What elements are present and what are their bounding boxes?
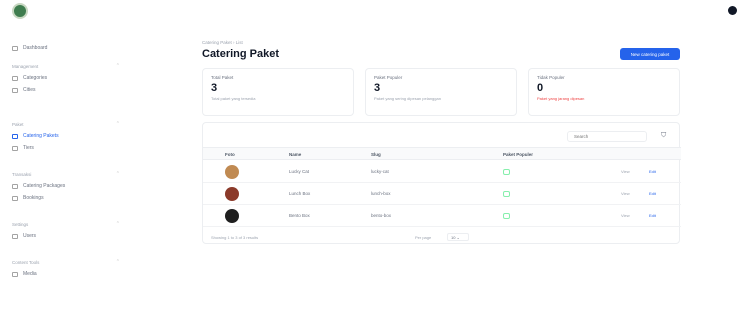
sidebar-item-label: Categories <box>23 75 48 81</box>
sidebar-item-6[interactable]: Bookings <box>12 192 120 204</box>
stat-label: Tidak Populer <box>537 75 565 80</box>
stat-card: Tidak Populer 0 Paket yang jarang dipesan <box>528 68 680 116</box>
paket-slug: lucky-cat <box>371 169 389 174</box>
column-header-popular[interactable]: Paket Populer <box>503 152 533 157</box>
stat-card: Paket Populer 3 Paket yang sering dipesan … <box>365 68 517 116</box>
sidebar-group-4[interactable]: Content Tools ⌃ <box>12 256 120 268</box>
popular-check-icon <box>503 191 510 197</box>
stat-description: Paket yang jarang dipesan <box>537 96 585 101</box>
sidebar: Management ⌃ Paket ⌃ Transaksi ⌃ Settings ⌃ Cont… <box>0 22 130 333</box>
edit-link[interactable]: Edit <box>649 191 656 196</box>
chevron-up-icon: ⌃ <box>115 121 120 127</box>
pagination-info: Showing 1 to 3 of 3 results <box>211 235 259 240</box>
sidebar-item-label: Bookings <box>23 195 44 201</box>
sidebar-item-1[interactable]: Categories <box>12 72 120 84</box>
sidebar-group-label: Content Tools <box>12 259 40 265</box>
popular-check-icon <box>503 169 510 175</box>
sidebar-group-3[interactable]: Settings ⌃ <box>12 218 120 230</box>
table-header: Foto Name Slug Paket Populer <box>203 147 681 160</box>
chevron-up-icon: ⌃ <box>115 221 120 227</box>
edit-link[interactable]: Edit <box>649 213 656 218</box>
view-link[interactable]: View <box>621 191 630 196</box>
sidebar-item-label: Cities <box>23 87 36 93</box>
image-icon <box>12 271 18 277</box>
paket-photo <box>225 187 239 201</box>
sidebar-item-label: Users <box>23 233 37 239</box>
calendar-icon <box>12 195 18 201</box>
paket-name: Lucky Cat <box>289 169 310 174</box>
new-catering-paket-button[interactable]: New catering paket <box>620 48 680 60</box>
box-icon <box>12 133 18 139</box>
sidebar-item-4[interactable]: Tiers <box>12 142 120 154</box>
stat-label: Paket Populer <box>374 75 403 80</box>
stat-description: Total paket yang tersedia <box>211 96 256 101</box>
sidebar-item-0[interactable]: Dashboard <box>12 42 120 54</box>
column-header-slug[interactable]: Slug <box>371 152 381 157</box>
edit-link[interactable]: Edit <box>649 169 656 174</box>
sidebar-group-label: Management <box>12 63 39 69</box>
sidebar-item-2[interactable]: Cities <box>12 84 120 96</box>
paket-photo <box>225 165 239 179</box>
search-input[interactable] <box>567 131 647 142</box>
chevron-up-icon: ⌃ <box>115 171 120 177</box>
per-page-label: Per page <box>415 235 432 240</box>
sidebar-group-label: Settings <box>12 221 29 227</box>
user-avatar[interactable] <box>728 6 737 15</box>
sidebar-item-label: Catering Pakets <box>23 133 59 139</box>
table-row[interactable]: Bento Box bento-box View Edit <box>203 205 681 227</box>
view-link[interactable]: View <box>621 213 630 218</box>
sidebar-group-1[interactable]: Paket ⌃ <box>12 118 120 130</box>
sidebar-group-label: Transaksi <box>12 171 32 177</box>
sidebar-item-label: Media <box>23 271 37 277</box>
table-panel: ⛉ Foto Name Slug Paket Populer Lucky Cat… <box>202 122 681 244</box>
paket-photo <box>225 209 239 223</box>
chevron-up-icon: ⌃ <box>115 63 120 69</box>
view-link[interactable]: View <box>621 169 630 174</box>
map-icon <box>12 87 18 93</box>
sidebar-item-3[interactable]: Catering Pakets <box>6 129 120 143</box>
stat-label: Total Paket <box>211 75 234 80</box>
popular-check-icon <box>503 213 510 219</box>
per-page-select[interactable]: 10 ⌄ <box>447 233 469 241</box>
stat-card: Total Paket 3 Total paket yang tersedia <box>202 68 354 116</box>
page-title: Catering Paket <box>202 48 280 60</box>
sidebar-group-2[interactable]: Transaksi ⌃ <box>12 168 120 180</box>
home-icon <box>12 45 18 51</box>
paket-slug: bento-box <box>371 213 392 218</box>
tag-icon <box>12 75 18 81</box>
stat-description: Paket yang sering dipesan pelanggan <box>374 96 441 101</box>
breadcrumb[interactable]: Catering Paket › List <box>202 40 243 45</box>
sidebar-group-label: Paket <box>12 121 24 127</box>
filter-icon[interactable]: ⛉ <box>661 132 666 140</box>
sidebar-group-0[interactable]: Management ⌃ <box>12 60 120 72</box>
paket-name: Bento Box <box>289 213 310 218</box>
sidebar-item-label: Catering Packages <box>23 183 66 189</box>
column-header-name[interactable]: Name <box>289 152 301 157</box>
sidebar-item-8[interactable]: Media <box>12 268 120 280</box>
top-bar <box>0 0 740 22</box>
brand-logo[interactable] <box>12 3 28 19</box>
user-icon <box>12 233 18 239</box>
table-row[interactable]: Lucky Cat lucky-cat View Edit <box>203 161 681 183</box>
stat-value: 0 <box>537 82 544 94</box>
gift-icon <box>12 183 18 189</box>
paket-name: Lunch Box <box>289 191 311 196</box>
sidebar-item-5[interactable]: Catering Packages <box>12 180 120 192</box>
chevron-up-icon: ⌃ <box>115 259 120 265</box>
stat-value: 3 <box>211 82 218 94</box>
sidebar-item-7[interactable]: Users <box>12 230 120 242</box>
layers-icon <box>12 145 18 151</box>
app-root: Management ⌃ Paket ⌃ Transaksi ⌃ Settings ⌃ Cont… <box>0 0 740 333</box>
stat-value: 3 <box>374 82 381 94</box>
table-row[interactable]: Lunch Box lunch-box View Edit <box>203 183 681 205</box>
column-header-photo[interactable]: Foto <box>225 152 235 157</box>
paket-slug: lunch-box <box>371 191 391 196</box>
sidebar-item-label: Dashboard <box>23 45 48 51</box>
sidebar-item-label: Tiers <box>23 145 34 151</box>
